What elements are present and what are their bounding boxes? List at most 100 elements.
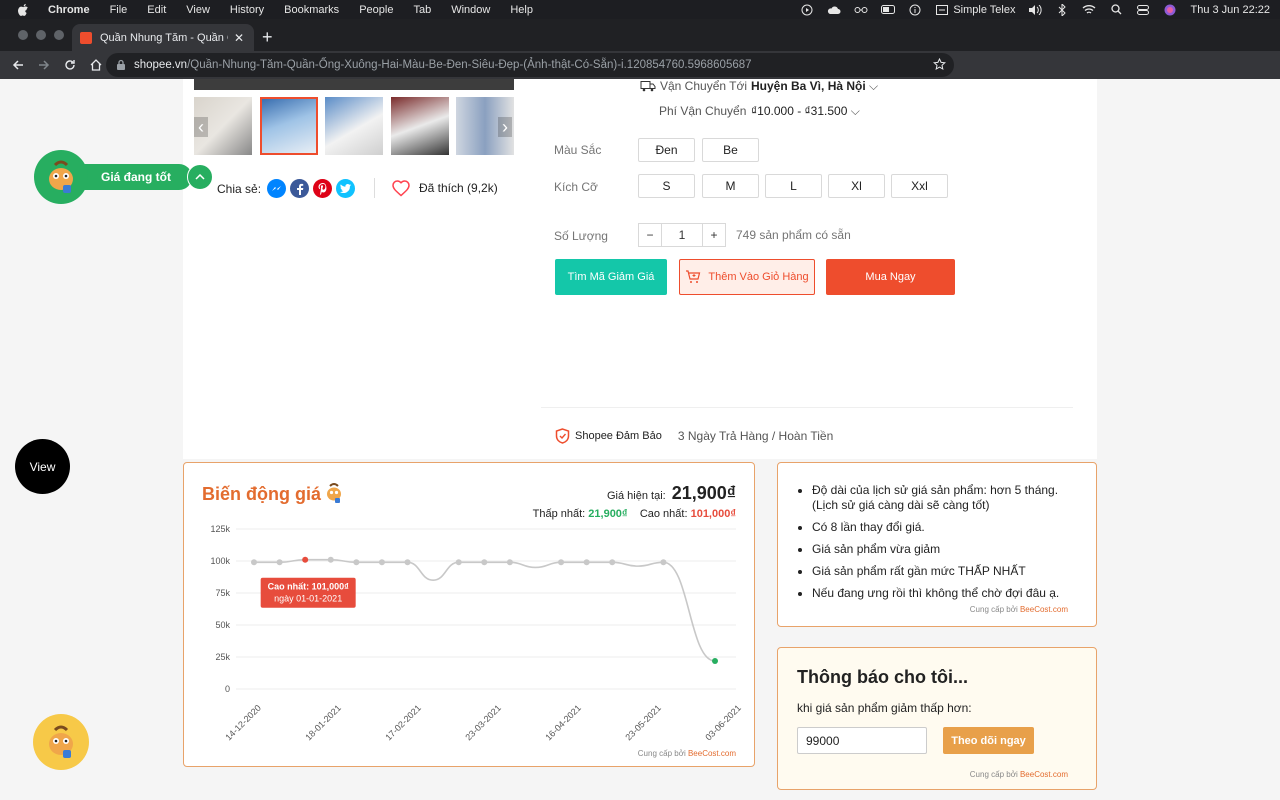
pinterest-icon[interactable] <box>313 179 333 198</box>
price-point <box>353 559 360 566</box>
increase-quantity-button[interactable]: + <box>702 223 726 247</box>
current-price-value: 21,900₫ <box>671 483 736 503</box>
size-option-l[interactable]: L <box>765 174 822 198</box>
price-point <box>327 556 334 563</box>
cart-icon <box>686 270 701 283</box>
find-voucher-button[interactable]: Tìm Mã Giảm Giá <box>555 259 667 295</box>
bluetooth-icon[interactable] <box>1055 3 1069 16</box>
menu-history[interactable]: History <box>230 4 264 16</box>
menu-window[interactable]: Window <box>451 4 490 16</box>
menu-file[interactable]: File <box>110 4 128 16</box>
shopee-guarantee[interactable]: Shopee Đảm Bảo 3 Ngày Trả Hàng / Hoàn Ti… <box>555 428 833 444</box>
alert-credit-brand-link[interactable]: BeeCost.com <box>1020 770 1068 779</box>
apple-icon[interactable] <box>16 3 30 17</box>
menu-bookmarks[interactable]: Bookmarks <box>284 4 339 16</box>
menu-clock[interactable]: Thu 3 Jun 22:22 <box>1190 4 1270 16</box>
macos-menu-bar: Chrome File Edit View History Bookmarks … <box>0 0 1280 19</box>
size-option-xl[interactable]: Xl <box>828 174 885 198</box>
menu-help[interactable]: Help <box>510 4 533 16</box>
y-tick-label: 0 <box>225 684 230 694</box>
price-point <box>276 559 283 566</box>
insight-item: Nếu đang ưng rồi thì không thể chờ đợi đ… <box>812 586 1082 601</box>
keyboard-layout-indicator[interactable]: Simple Telex <box>935 4 1015 16</box>
beecost-launcher-icon[interactable] <box>33 714 89 770</box>
insight-credit-brand-link[interactable]: BeeCost.com <box>1020 605 1068 614</box>
info-icon[interactable] <box>908 4 922 16</box>
shipping-destination[interactable]: Huyện Ba Vì, Hà Nội ⌵ <box>751 79 878 94</box>
messenger-icon[interactable] <box>267 179 287 198</box>
play-icon[interactable] <box>800 4 814 16</box>
target-price-input[interactable] <box>797 727 927 754</box>
color-option-beige[interactable]: Be <box>702 138 759 162</box>
minimize-window-button[interactable] <box>36 30 46 40</box>
forward-icon[interactable] <box>36 57 52 73</box>
main-product-image[interactable] <box>194 79 514 90</box>
collapse-chevron-up-icon[interactable] <box>187 164 213 190</box>
home-icon[interactable] <box>88 57 104 73</box>
back-icon[interactable] <box>10 57 26 73</box>
menu-app-name[interactable]: Chrome <box>48 4 90 16</box>
x-tick-label: 17-02-2021 <box>383 703 423 743</box>
size-option-m[interactable]: M <box>702 174 759 198</box>
close-tab-icon[interactable]: ✕ <box>232 31 246 45</box>
new-tab-icon[interactable]: + <box>262 28 273 46</box>
volume-icon[interactable] <box>1028 4 1043 16</box>
insight-list: Độ dài của lịch sử giá sản phẩm: hơn 5 t… <box>812 483 1082 608</box>
battery-icon[interactable] <box>881 4 896 16</box>
twitter-icon[interactable] <box>336 179 356 198</box>
section-divider <box>541 407 1073 408</box>
price-point <box>506 559 513 566</box>
chart-credit-brand-link[interactable]: BeeCost.com <box>688 749 736 758</box>
view-button[interactable]: View <box>15 439 70 494</box>
price-alert-card: Thông báo cho tôi... khi giá sản phẩm gi… <box>777 647 1097 790</box>
thumbnail-4[interactable] <box>391 97 449 155</box>
guarantee-text: 3 Ngày Trả Hàng / Hoàn Tiền <box>677 429 834 443</box>
like-button[interactable]: Đã thích (9,2k) <box>391 179 498 197</box>
siri-icon[interactable] <box>1163 4 1177 16</box>
beecost-mascot-icon[interactable] <box>34 150 88 204</box>
thumb-prev-icon[interactable]: ‹ <box>194 117 208 137</box>
buy-now-button[interactable]: Mua Ngay <box>826 259 955 295</box>
shipping-fee[interactable]: ₫10.000 - ₫31.500 ⌵ <box>751 104 860 119</box>
cloud-icon[interactable] <box>827 4 841 16</box>
close-window-button[interactable] <box>18 30 28 40</box>
price-status-pill[interactable]: Giá đang tốt <box>84 164 192 190</box>
add-to-cart-button[interactable]: Thêm Vào Giỏ Hàng <box>679 259 815 295</box>
menu-people[interactable]: People <box>359 4 393 16</box>
tooltip-line-1: Cao nhất: 101,000₫ <box>268 582 350 592</box>
size-option-xxl[interactable]: Xxl <box>891 174 948 198</box>
price-history-card: 0 25k 50k 75k 100k 125k 14-12-2020 18-01-2021 17… <box>183 462 755 767</box>
share-label: Chia sẻ: <box>217 181 262 196</box>
price-point <box>558 559 565 566</box>
bookmark-star-icon[interactable] <box>933 57 946 74</box>
browser-tab-active[interactable]: Quần Nhung Tăm - Quần Ống X ✕ <box>72 24 254 51</box>
keyboard-icon <box>935 4 949 16</box>
follow-now-button[interactable]: Theo dõi ngay <box>943 727 1034 754</box>
color-option-black[interactable]: Đen <box>638 138 695 162</box>
menu-view[interactable]: View <box>186 4 210 16</box>
max-price-value: 101,000₫ <box>690 508 736 520</box>
decrease-quantity-button[interactable]: − <box>638 223 662 247</box>
price-alert-subtitle: khi giá sản phẩm giảm thấp hơn: <box>797 701 972 715</box>
url-host: shopee.vn <box>134 59 188 71</box>
shopee-favicon-icon <box>80 31 92 44</box>
thumbnail-2[interactable] <box>260 97 318 155</box>
menu-tab[interactable]: Tab <box>413 4 431 16</box>
spotlight-search-icon[interactable] <box>1109 4 1123 16</box>
control-center-icon[interactable] <box>1136 4 1150 16</box>
quantity-input[interactable]: 1 <box>662 223 702 247</box>
zoom-window-button[interactable] <box>54 30 64 40</box>
color-label: Màu Sắc <box>554 143 602 157</box>
stock-count: 749 sản phẩm có sẵn <box>736 228 851 242</box>
glasses-icon[interactable] <box>854 4 868 16</box>
address-bar[interactable]: shopee.vn/Quần-Nhung-Tăm-Quần-Ống-Xuông-… <box>106 53 954 77</box>
shield-icon <box>555 428 570 444</box>
facebook-icon[interactable] <box>290 179 310 198</box>
size-option-s[interactable]: S <box>638 174 695 198</box>
wifi-icon[interactable] <box>1082 4 1096 16</box>
thumbnail-3[interactable] <box>325 97 383 155</box>
quantity-stepper: − 1 + <box>638 223 726 247</box>
reload-icon[interactable] <box>62 57 78 73</box>
menu-edit[interactable]: Edit <box>147 4 166 16</box>
thumb-next-icon[interactable]: › <box>498 117 512 137</box>
